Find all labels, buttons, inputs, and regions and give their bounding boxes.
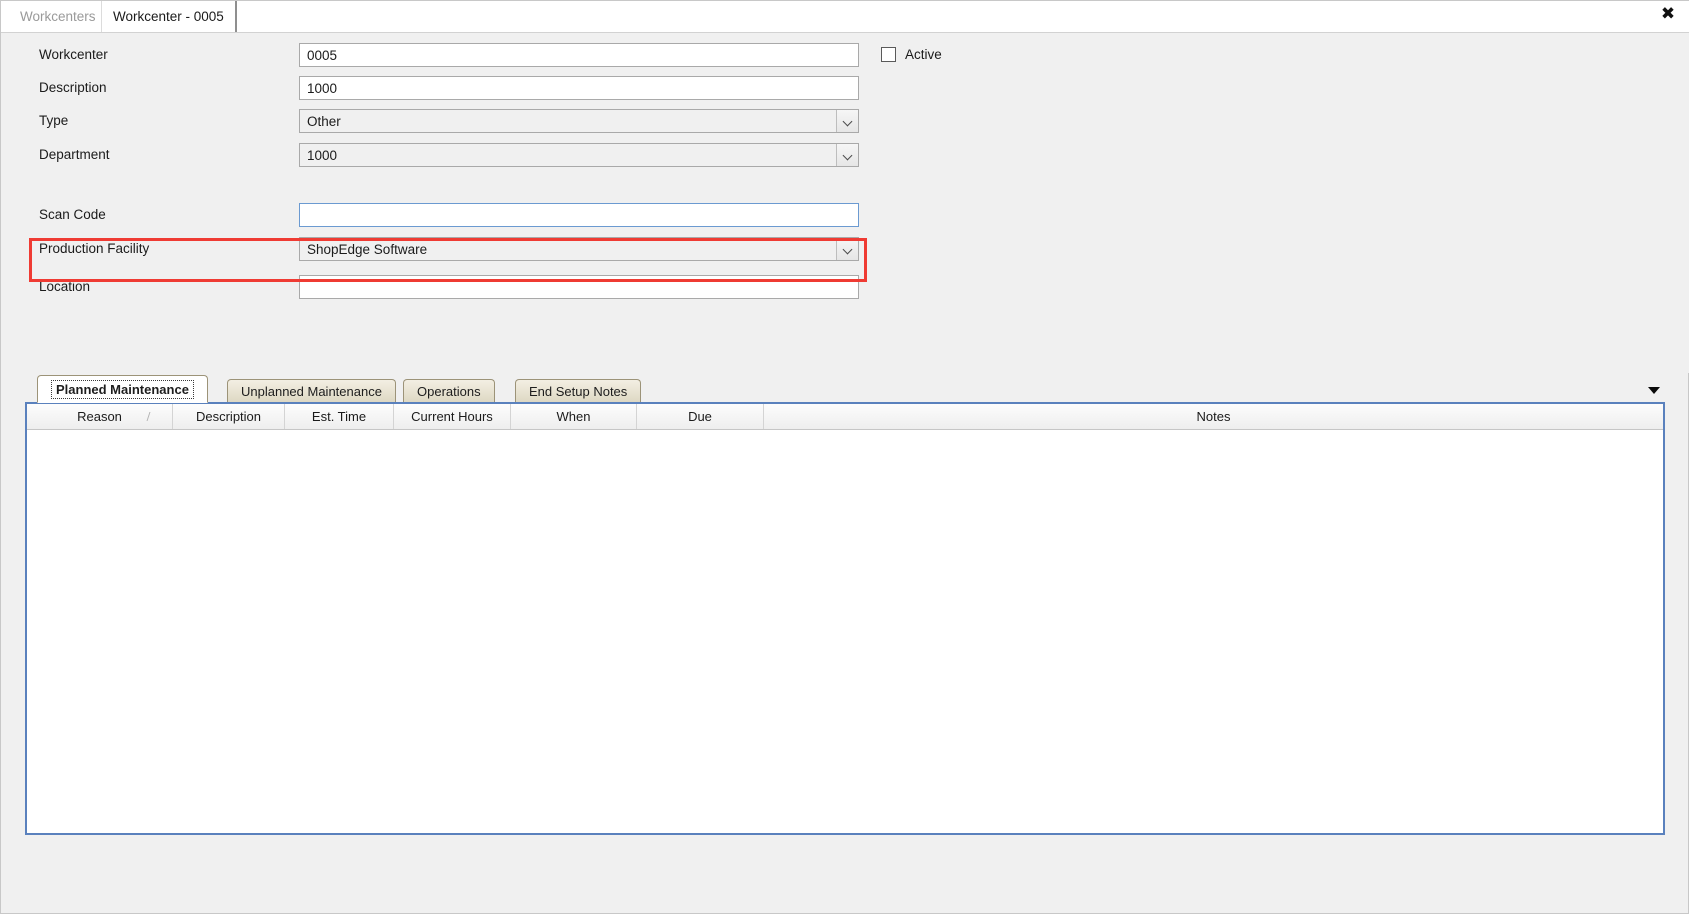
workcenter-control [299, 43, 859, 67]
scan-code-control [299, 203, 859, 227]
production-facility-combobox[interactable]: ShopEdge Software [299, 237, 859, 261]
chevron-down-icon [843, 246, 852, 252]
tab-label: Operations [417, 384, 481, 399]
maintenance-tab-strip: Planned Maintenance Unplanned Maintenanc… [25, 375, 1665, 403]
department-label: Department [39, 147, 110, 162]
column-header-label: Est. Time [311, 409, 367, 424]
department-dropdown-button[interactable] [836, 144, 858, 166]
workcenter-label: Workcenter [39, 47, 108, 62]
document-tab-workcenters[interactable]: Workcenters [9, 1, 107, 32]
location-input[interactable] [299, 275, 859, 299]
column-header-label: When [556, 409, 591, 424]
type-value: Other [307, 113, 341, 129]
document-tab-label: Workcenters [20, 9, 96, 24]
tab-operations[interactable]: Operations [403, 379, 495, 403]
column-header-est-time[interactable]: Est. Time [285, 404, 394, 429]
type-combobox[interactable]: Other [299, 109, 859, 133]
column-header-due[interactable]: Due [637, 404, 764, 429]
chevron-down-icon[interactable] [1647, 384, 1661, 396]
column-header-current-hours[interactable]: Current Hours [394, 404, 511, 429]
document-tab-strip: Workcenters Workcenter - 0005 ✖ [1, 1, 1689, 33]
tab-label: End Setup Notes [529, 384, 628, 399]
description-input[interactable] [299, 76, 859, 100]
column-header-reason[interactable]: Reason [27, 404, 173, 429]
department-value: 1000 [307, 147, 338, 163]
type-label: Type [39, 113, 69, 128]
production-facility-label: Production Facility [39, 241, 150, 256]
tab-label: Unplanned Maintenance [241, 384, 382, 399]
active-checkbox-label: Active [905, 47, 942, 62]
workcenter-form: Workcenter Description Type Other [1, 33, 1689, 373]
column-header-label: Description [195, 409, 262, 424]
production-facility-control: ShopEdge Software [299, 237, 859, 261]
location-label: Location [39, 279, 91, 294]
close-icon[interactable]: ✖ [1658, 4, 1678, 24]
type-control: Other [299, 109, 859, 133]
chevron-down-icon [843, 152, 852, 158]
description-control [299, 76, 859, 100]
scan-code-label: Scan Code [39, 207, 106, 222]
column-header-label: Current Hours [411, 409, 493, 424]
production-facility-dropdown-button[interactable] [836, 238, 858, 260]
workcenter-input[interactable] [299, 43, 859, 67]
tab-end-setup-notes[interactable]: End Setup Notes [515, 379, 642, 403]
column-header-when[interactable]: When [511, 404, 637, 429]
department-combobox[interactable]: 1000 [299, 143, 859, 167]
document-tab-label: Workcenter - 0005 [113, 9, 224, 24]
column-header-label: Due [688, 409, 712, 424]
grid-body[interactable] [27, 430, 1663, 833]
column-header-notes[interactable]: Notes [764, 404, 1663, 429]
tab-label: Planned Maintenance [51, 379, 194, 399]
production-facility-value: ShopEdge Software [307, 241, 428, 257]
workcenter-window: Workcenters Workcenter - 0005 ✖ Workcent… [0, 0, 1689, 914]
location-control [299, 275, 859, 299]
active-checkbox[interactable]: Active [881, 47, 942, 62]
document-tab-workcenter-0005[interactable]: Workcenter - 0005 [101, 1, 237, 32]
tab-unplanned-maintenance[interactable]: Unplanned Maintenance [227, 379, 396, 403]
description-label: Description [39, 80, 107, 95]
type-dropdown-button[interactable] [836, 110, 858, 132]
scan-code-input[interactable] [299, 203, 859, 227]
tab-planned-maintenance[interactable]: Planned Maintenance [37, 375, 208, 403]
grid-header-row: Reason Description Est. Time Current Hou… [27, 404, 1663, 430]
planned-maintenance-grid: Reason Description Est. Time Current Hou… [25, 402, 1665, 835]
column-header-label: Notes [1196, 409, 1231, 424]
sort-ascending-icon [146, 412, 154, 421]
department-control: 1000 [299, 143, 859, 167]
checkbox-box-icon [881, 47, 896, 62]
column-header-label: Reason [77, 409, 122, 424]
chevron-down-icon [843, 118, 852, 124]
column-header-description[interactable]: Description [173, 404, 285, 429]
